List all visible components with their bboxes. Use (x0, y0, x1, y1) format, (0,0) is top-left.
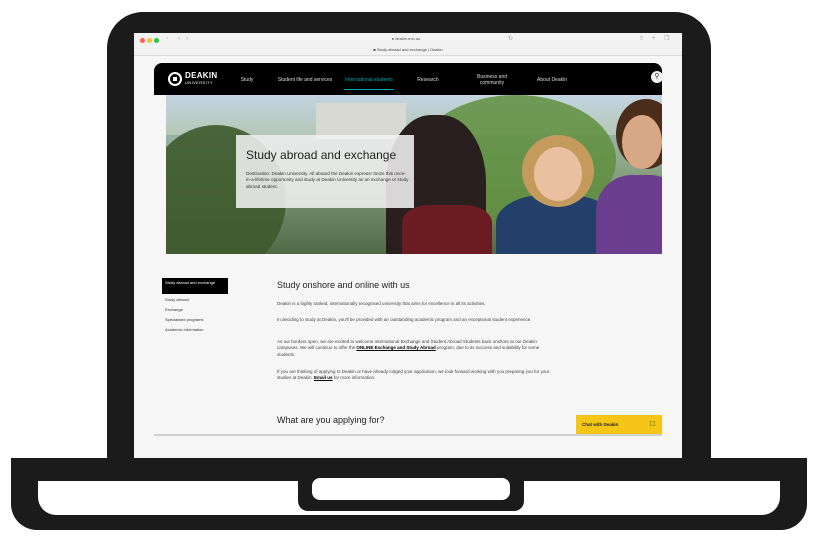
experience-paragraph: In deciding to study at Deakin, you'll b… (277, 317, 532, 322)
search-button[interactable]: ⚲ (651, 71, 663, 83)
intro-paragraph: Deakin is a highly ranked, international… (277, 301, 486, 306)
address-text: deakin.edu.au (395, 36, 421, 41)
applying-paragraph: If you are thinking of applying to Deaki… (277, 369, 557, 382)
laptop-trackpad-notch-inner (312, 478, 510, 500)
nav-research[interactable]: Research (406, 71, 450, 89)
sidebar-item-study-abroad[interactable]: Study abroad (162, 297, 228, 302)
search-icon: ⚲ (654, 73, 660, 80)
hero-banner: Study abroad and exchange Destination: D… (166, 95, 662, 254)
site-header: DEAKIN UNIVERSITY Study Student life and… (154, 63, 663, 95)
sidebar-item-study-abroad-and-exchange[interactable]: Study abroad and exchange (162, 278, 228, 294)
address-bar[interactable]: ● deakin.edu.au (366, 35, 446, 43)
favicon-icon: ■ (373, 47, 376, 52)
chat-bubble-icon: □ (650, 419, 655, 428)
sidebar-item-exchange[interactable]: Exchange (162, 307, 228, 312)
nav-international-students[interactable]: International students (344, 71, 394, 90)
section-heading: Study onshore and online with us (277, 280, 410, 290)
page-bottom-divider (154, 434, 662, 436)
nav-about-deakin[interactable]: About Deakin (526, 71, 578, 89)
hero-student-face-2 (622, 115, 662, 169)
hero-description: Destination: Deakin University. All aboa… (246, 171, 409, 189)
chat-label: Chat with Deakin (582, 422, 619, 427)
sidebar-item-specialised-programs[interactable]: Specialised programs (162, 317, 228, 322)
hero-student-top (402, 205, 492, 254)
nav-study[interactable]: Study (230, 71, 264, 89)
zoom-window-button[interactable] (154, 38, 159, 43)
hero-student-shirt (596, 175, 662, 254)
sidebar-icon[interactable]: ▫ (166, 35, 168, 43)
tabs-icon[interactable]: ❐ (664, 35, 669, 43)
laptop-screen: ▫ ‹ › ● deakin.edu.au ↻ ⇧ + ❐ ■ Study ab… (134, 33, 682, 458)
back-icon[interactable]: ‹ (178, 35, 180, 43)
tab-title: Study abroad and exchange | Deakin (376, 47, 443, 52)
chat-with-deakin-button[interactable]: Chat with Deakin □ (576, 415, 662, 434)
borders-paragraph: As our borders open, we are excited to w… (277, 339, 557, 358)
minimize-window-button[interactable] (147, 38, 152, 43)
email-us-link[interactable]: Email us (314, 375, 333, 380)
hero-text-panel: Study abroad and exchange Destination: D… (236, 135, 414, 208)
logo-subtitle: UNIVERSITY (185, 80, 214, 85)
browser-toolbar: ▫ ‹ › ● deakin.edu.au ↻ ⇧ + ❐ ■ Study ab… (134, 33, 682, 56)
browser-tab[interactable]: ■ Study abroad and exchange | Deakin (330, 46, 486, 54)
lock-icon: ● (391, 36, 395, 41)
close-window-button[interactable] (140, 38, 145, 43)
deakin-logo-icon[interactable] (168, 72, 182, 86)
reload-icon[interactable]: ↻ (508, 35, 513, 43)
nav-business-community[interactable]: Business and community (468, 71, 516, 89)
new-tab-icon[interactable]: + (652, 35, 656, 43)
applying-text-b: for more information. (332, 375, 376, 381)
hero-building (316, 103, 406, 139)
hero-student-face (534, 147, 582, 201)
sidebar-item-academic-information[interactable]: Academic information (162, 327, 228, 332)
page-title: Study abroad and exchange (246, 148, 397, 162)
logo-name[interactable]: DEAKIN (185, 71, 217, 80)
online-exchange-link[interactable]: ONLINE Exchange and Study Abroad (356, 345, 435, 350)
nav-student-life[interactable]: Student life and services (276, 71, 334, 89)
share-icon[interactable]: ⇧ (639, 35, 644, 43)
forward-icon[interactable]: › (186, 35, 188, 43)
applying-for-heading: What are you applying for? (277, 415, 385, 425)
